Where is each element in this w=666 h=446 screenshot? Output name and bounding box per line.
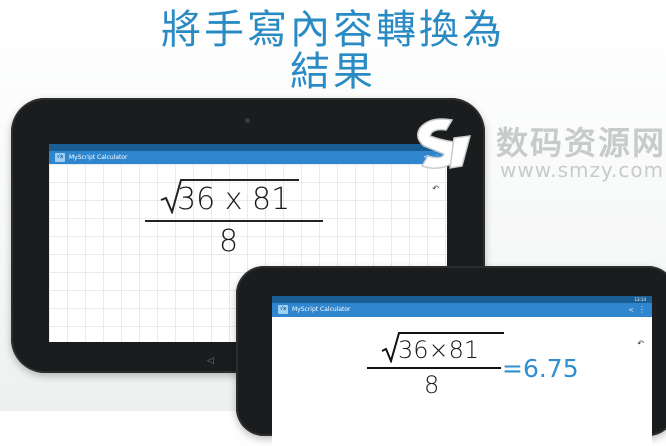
fraction-line: [145, 220, 323, 222]
app-bar: √x MyScript Calculator < ⋮: [272, 303, 652, 317]
headline-line-1: 將手寫內容轉換為: [161, 7, 505, 53]
status-time: 13:14: [634, 297, 646, 302]
front-camera: [245, 118, 250, 123]
app-bar: √x MyScript Calculator < ⋮: [49, 151, 447, 164]
share-icon[interactable]: <: [628, 303, 634, 317]
tablet-front-screen: 13:14 √x MyScript Calculator < ⋮ ↶ 36×81…: [272, 296, 652, 446]
fraction-line: [367, 367, 501, 369]
writing-canvas[interactable]: ↶ 36×81 8 =6.75: [272, 317, 652, 446]
watermark-url: www.smzy.com: [500, 158, 665, 182]
status-bar: [49, 144, 447, 151]
watermark-logo: [417, 118, 472, 169]
app-title: MyScript Calculator: [69, 154, 128, 161]
app-title: MyScript Calculator: [292, 306, 351, 313]
undo-icon[interactable]: ↶: [432, 184, 439, 193]
more-icon[interactable]: ⋮: [638, 303, 646, 317]
headline-line-2: 結果: [290, 49, 376, 95]
handwritten-denominator: 8: [219, 224, 239, 259]
back-icon[interactable]: ◁: [207, 356, 214, 366]
status-bar: 13:14: [272, 296, 652, 303]
result-value: =6.75: [502, 354, 579, 383]
calculator-app-icon: √x: [55, 153, 65, 162]
typeset-radicand: 36×81: [398, 336, 480, 364]
handwritten-radicand: 36 x 81: [177, 182, 291, 217]
calculator-app-icon: √x: [278, 305, 288, 314]
undo-icon[interactable]: ↶: [637, 339, 644, 348]
typeset-denominator: 8: [424, 371, 440, 399]
